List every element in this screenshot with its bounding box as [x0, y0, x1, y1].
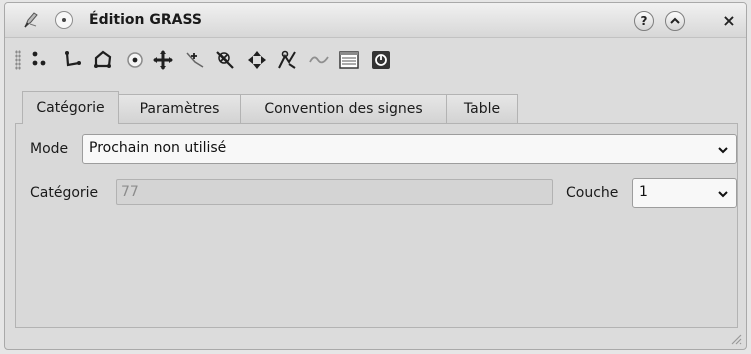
split-line-icon[interactable] [275, 48, 299, 72]
new-boundary-icon[interactable] [91, 48, 115, 72]
window-menu-icon[interactable] [55, 11, 73, 29]
help-button[interactable]: ? [634, 11, 654, 31]
mode-label: Mode [30, 141, 69, 157]
chevron-down-icon [718, 147, 728, 154]
tab-convention-des-signes[interactable]: Convention des signes [240, 94, 447, 123]
layer-label: Couche [566, 185, 619, 201]
layer-select[interactable]: 1 [632, 178, 737, 208]
edit-toolbar [5, 38, 746, 80]
resize-grip-icon[interactable] [728, 331, 742, 345]
category-field[interactable]: 77 [116, 179, 553, 205]
new-point-icon[interactable] [29, 48, 53, 72]
add-vertex-icon[interactable] [183, 48, 207, 72]
title-bar[interactable]: Édition GRASS ? × [5, 3, 746, 38]
mode-select[interactable]: Prochain non utilisé [82, 134, 737, 164]
grass-edit-window: Édition GRASS ? × Catégorie Paramètres C… [4, 2, 747, 350]
window-title: Édition GRASS [89, 12, 202, 28]
close-icon[interactable] [369, 48, 393, 72]
close-button[interactable]: × [719, 11, 739, 31]
shade-button[interactable] [665, 11, 685, 31]
delete-element-icon[interactable] [307, 48, 331, 72]
edit-attributes-icon[interactable] [337, 48, 361, 72]
toolbar-grip-handle[interactable] [15, 50, 21, 70]
grass-pencil-icon [22, 10, 42, 30]
tab-categorie[interactable]: Catégorie [22, 91, 119, 124]
move-element-icon[interactable] [245, 48, 269, 72]
mode-select-value: Prochain non utilisé [89, 140, 227, 156]
layer-select-value: 1 [639, 184, 648, 200]
tab-parametres[interactable]: Paramètres [118, 94, 241, 123]
category-label: Catégorie [30, 185, 99, 201]
tab-table[interactable]: Table [446, 94, 518, 123]
chevron-up-icon [670, 17, 680, 24]
move-vertex-icon[interactable] [151, 48, 175, 72]
delete-vertex-icon[interactable] [213, 48, 237, 72]
new-centroid-icon[interactable] [123, 48, 147, 72]
chevron-down-icon [718, 191, 728, 198]
new-line-icon[interactable] [61, 48, 85, 72]
